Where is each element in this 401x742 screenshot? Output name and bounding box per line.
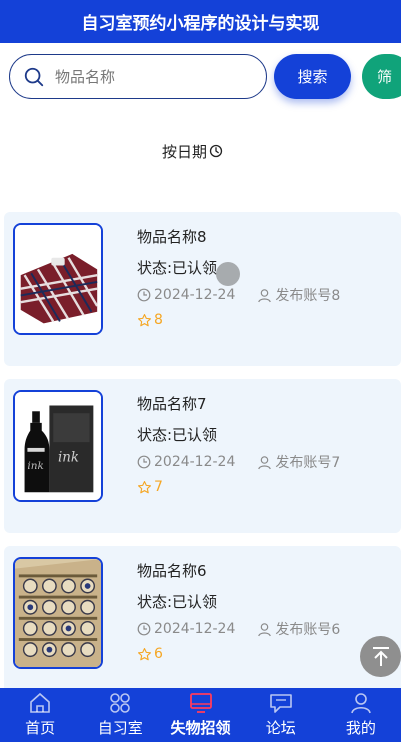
sort-by-date-button[interactable]: 按日期 [162, 141, 223, 162]
app-title: 自习室预约小程序的设计与实现 [0, 0, 401, 43]
user-icon [258, 288, 272, 302]
list-item[interactable]: 物品名称8 状态:已认领 2024-12-24 发布账号8 8 [4, 212, 401, 366]
tab-label: 我的 [345, 719, 376, 737]
item-name: 物品名称8 [137, 228, 207, 246]
tab-label: 首页 [25, 719, 56, 737]
sort-label: 按日期 [161, 142, 207, 161]
item-author: 发布账号7 [257, 452, 340, 472]
clock-icon [137, 288, 151, 302]
item-image [13, 223, 103, 335]
tab-label: 论坛 [265, 719, 296, 737]
clock-icon [137, 455, 151, 469]
item-author-name: 发布账号8 [275, 288, 341, 304]
tab-study-room[interactable]: 自习室 [80, 688, 160, 742]
item-date: 2024-12-24 [154, 287, 236, 303]
item-star-count: 6 [154, 646, 163, 662]
item-stars: 8 [137, 312, 163, 328]
star-icon [138, 480, 151, 493]
list-item[interactable]: ink ink 物品名称7 状态:已认领 2024-12-24 发布账号7 7 [4, 379, 401, 533]
user-icon [258, 622, 272, 636]
star-icon [138, 647, 151, 660]
item-name: 物品名称6 [137, 562, 207, 580]
tab-profile[interactable]: 我的 [321, 688, 401, 742]
svg-text:ink: ink [27, 460, 43, 472]
touch-indicator [216, 262, 240, 286]
item-status: 状态:已认领 [137, 593, 218, 611]
item-author: 发布账号8 [257, 285, 340, 305]
chat-icon [269, 694, 292, 713]
search-icon [24, 67, 44, 86]
sort-bar: 按日期 [0, 138, 401, 164]
search-field[interactable] [9, 54, 267, 99]
tab-home[interactable]: 首页 [0, 688, 80, 742]
item-status: 状态:已认领 [137, 259, 218, 277]
item-stars: 7 [137, 479, 163, 495]
clock-icon [209, 144, 223, 158]
plaid-blanket-image [15, 225, 101, 333]
item-author: 发布账号6 [257, 619, 340, 639]
star-icon [138, 313, 151, 326]
filter-button[interactable]: 筛 [362, 54, 401, 99]
item-meta: 2024-12-24 发布账号7 [137, 452, 340, 472]
item-star-count: 8 [154, 312, 163, 328]
item-star-count: 7 [154, 479, 163, 495]
search-input[interactable] [55, 67, 245, 86]
arrow-up-icon [372, 646, 389, 666]
search-bar: 搜索 筛 [0, 43, 401, 113]
tab-forum[interactable]: 论坛 [241, 688, 321, 742]
user-icon [258, 455, 272, 469]
item-date: 2024-12-24 [154, 621, 236, 637]
item-image: ink ink [13, 390, 103, 502]
tab-label: 失物招领 [170, 719, 231, 737]
home-icon [30, 692, 50, 713]
clock-icon [137, 622, 151, 636]
bottom-tab-bar: 首页 自习室 失物招领 论坛 我的 [0, 688, 401, 742]
monitor-icon [189, 693, 212, 713]
grid-icon [110, 693, 131, 713]
back-to-top-button[interactable] [360, 636, 401, 677]
item-stars: 6 [137, 646, 163, 662]
item-author-name: 发布账号6 [275, 622, 341, 638]
list-item[interactable]: 物品名称6 状态:已认领 2024-12-24 发布账号6 6 [4, 546, 401, 700]
item-image [13, 557, 103, 669]
watch-box-image [15, 559, 101, 667]
search-button[interactable]: 搜索 [274, 54, 351, 99]
svg-text:ink: ink [58, 450, 79, 465]
black-bottle-image: ink ink [15, 392, 101, 500]
item-status: 状态:已认领 [137, 426, 218, 444]
item-meta: 2024-12-24 发布账号6 [137, 619, 340, 639]
user-icon [351, 693, 371, 714]
item-meta: 2024-12-24 发布账号8 [137, 285, 340, 305]
item-author-name: 发布账号7 [275, 455, 341, 471]
tab-label: 自习室 [97, 719, 143, 737]
item-name: 物品名称7 [137, 395, 207, 413]
item-date: 2024-12-24 [154, 454, 236, 470]
tab-lost-and-found[interactable]: 失物招领 [160, 688, 240, 742]
